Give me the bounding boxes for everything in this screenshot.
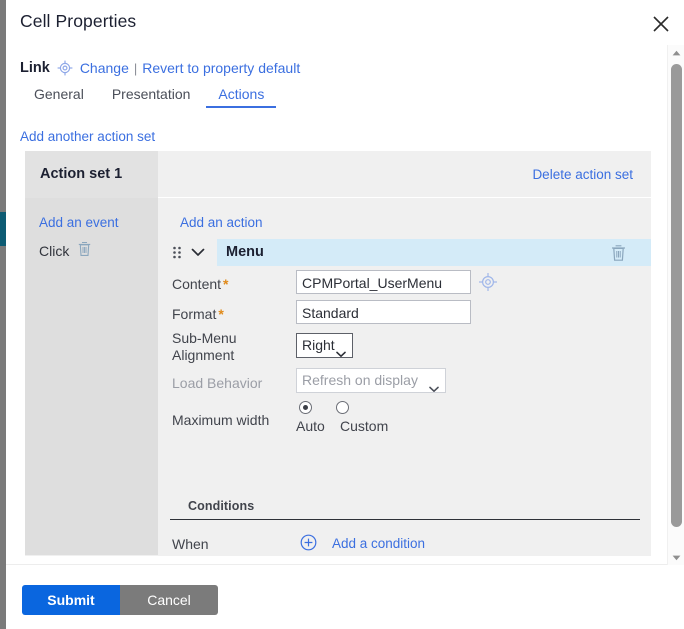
tab-bar: General Presentation Actions xyxy=(20,80,278,108)
action-item-name: Menu xyxy=(226,244,264,260)
actions-column: Add an action Menu Content * CPMPortal_U… xyxy=(158,198,651,555)
cell-properties-dialog: Cell Properties Link Change | Revert to … xyxy=(6,0,684,629)
event-label: Click xyxy=(39,242,70,259)
scrollbar-thumb[interactable] xyxy=(671,64,682,527)
link-row: Link Change | Revert to property default xyxy=(20,58,300,78)
maximum-width-label: Maximum width xyxy=(172,412,270,428)
plus-circle-icon[interactable] xyxy=(300,534,317,551)
vertical-scrollbar[interactable] xyxy=(667,45,684,565)
content-input[interactable]: CPMPortal_UserMenu xyxy=(296,270,471,294)
cancel-button[interactable]: Cancel xyxy=(120,585,218,615)
add-an-event-link[interactable]: Add an event xyxy=(39,215,119,230)
tab-general[interactable]: General xyxy=(20,86,98,108)
link-separator: | xyxy=(133,60,138,76)
load-behavior-label: Load Behavior xyxy=(172,375,263,391)
trash-icon[interactable] xyxy=(77,241,92,260)
add-a-condition-link[interactable]: Add a condition xyxy=(332,536,425,551)
delete-action-set-link[interactable]: Delete action set xyxy=(532,167,633,182)
event-item-click[interactable]: Click xyxy=(39,241,92,260)
target-crosshair-icon[interactable] xyxy=(57,60,74,77)
drag-handle-icon[interactable] xyxy=(172,246,184,259)
content-picker-target-crosshair-icon[interactable] xyxy=(478,272,498,292)
trash-icon[interactable] xyxy=(610,244,627,267)
footer-divider xyxy=(6,564,667,565)
caret-down-icon[interactable] xyxy=(668,550,684,565)
action-set-card: Action set 1 Delete action set Add an ev… xyxy=(25,151,651,556)
tab-actions[interactable]: Actions xyxy=(204,86,278,108)
add-an-action-link[interactable]: Add an action xyxy=(180,215,263,230)
action-set-header: Action set 1 Delete action set xyxy=(25,151,651,198)
action-item-highlight xyxy=(217,239,651,266)
change-link[interactable]: Change xyxy=(80,60,129,76)
close-icon[interactable] xyxy=(647,10,675,38)
caret-up-icon[interactable] xyxy=(668,45,684,60)
action-set-title: Action set 1 xyxy=(40,166,123,182)
radio-auto-label[interactable]: Auto xyxy=(296,418,325,434)
sub-menu-alignment-label: Sub-Menu Alignment xyxy=(172,330,292,364)
format-input[interactable]: Standard xyxy=(296,300,471,324)
sub-menu-alignment-select[interactable]: Right xyxy=(296,333,353,358)
action-item-header: Menu xyxy=(158,239,651,266)
conditions-header: Conditions xyxy=(188,499,255,513)
submit-button[interactable]: Submit xyxy=(22,585,120,615)
required-indicator: * xyxy=(223,276,229,292)
action-set-body: Add an event Click Add an action Menu Co… xyxy=(25,198,651,555)
sub-menu-alignment-value: Right xyxy=(302,337,335,353)
load-behavior-select[interactable]: Refresh on display xyxy=(296,368,446,393)
sub-menu-alignment-label-line2: Alignment xyxy=(172,347,235,363)
maximum-width-radio-group: Auto Custom xyxy=(296,401,426,435)
conditions-divider xyxy=(170,519,640,520)
revert-to-property-default-link[interactable]: Revert to property default xyxy=(142,60,300,76)
link-label: Link xyxy=(20,60,50,76)
radio-auto[interactable] xyxy=(299,401,312,414)
sub-menu-alignment-label-line1: Sub-Menu xyxy=(172,330,237,346)
content-label: Content * xyxy=(172,276,229,292)
when-label: When xyxy=(172,536,209,552)
load-behavior-value: Refresh on display xyxy=(302,372,418,388)
chevron-down-icon xyxy=(336,342,346,357)
format-label: Format * xyxy=(172,306,224,322)
events-column: Add an event Click xyxy=(25,198,158,555)
dialog-title-bar: Cell Properties xyxy=(6,0,684,46)
chevron-down-icon xyxy=(429,377,439,392)
screen: Cell Properties Link Change | Revert to … xyxy=(0,0,684,629)
dialog-footer: Submit Cancel xyxy=(22,585,218,615)
page-title: Cell Properties xyxy=(20,11,137,31)
radio-custom[interactable] xyxy=(336,401,349,414)
chevron-down-icon[interactable] xyxy=(190,245,206,259)
radio-custom-label[interactable]: Custom xyxy=(340,418,388,434)
required-indicator: * xyxy=(218,306,224,322)
tab-presentation[interactable]: Presentation xyxy=(98,86,205,108)
add-another-action-set-link[interactable]: Add another action set xyxy=(20,129,155,144)
